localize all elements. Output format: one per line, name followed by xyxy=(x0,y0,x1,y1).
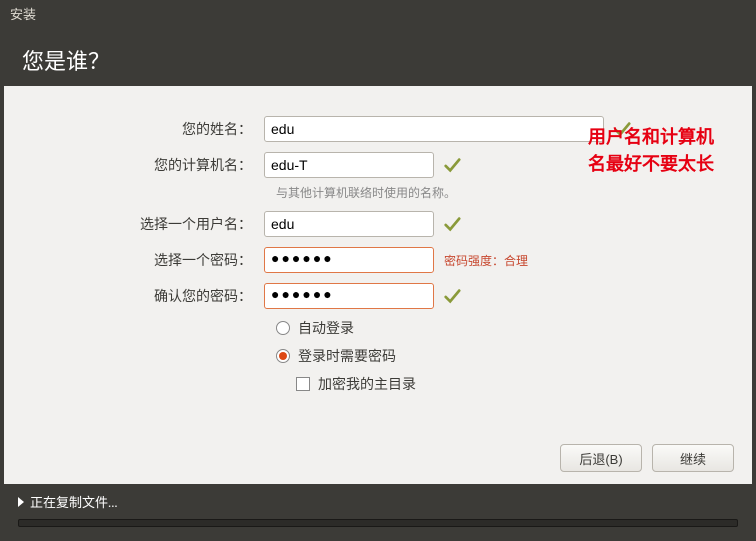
checkmark-icon xyxy=(442,214,462,234)
radio-icon xyxy=(276,349,290,363)
annotation-line1: 用户名和计算机 xyxy=(588,124,714,151)
checkmark-icon xyxy=(442,286,462,306)
checkmark-icon xyxy=(442,155,462,175)
annotation-text: 用户名和计算机 名最好不要太长 xyxy=(588,124,714,178)
encrypt-home-label: 加密我的主目录 xyxy=(318,374,416,394)
installer-window: 安装 您是谁？ 您的姓名： 您的计算机名： 与其他计算机联络时使用的名称。 选择… xyxy=(0,0,756,541)
page-title: 您是谁？ xyxy=(22,49,110,74)
radio-icon xyxy=(276,321,290,335)
confirm-label: 确认您的密码： xyxy=(4,286,264,306)
titlebar: 安装 xyxy=(0,0,756,26)
require-password-radio[interactable]: 登录时需要密码 xyxy=(276,345,752,367)
footer: 正在复制文件... xyxy=(0,484,756,541)
page-header: 您是谁？ xyxy=(0,26,756,86)
continue-button[interactable]: 继续 xyxy=(652,444,734,472)
username-label: 选择一个用户名： xyxy=(4,214,264,234)
progress-fill xyxy=(19,520,292,526)
content-area: 您的姓名： 您的计算机名： 与其他计算机联络时使用的名称。 选择一个用户名： 选… xyxy=(4,86,752,484)
confirm-input[interactable]: ●●●●●● xyxy=(264,283,434,309)
auto-login-radio[interactable]: 自动登录 xyxy=(276,317,752,339)
computer-input[interactable] xyxy=(264,152,434,178)
triangle-icon xyxy=(18,497,24,507)
window-title: 安装 xyxy=(10,8,36,22)
progress-bar xyxy=(18,519,738,527)
back-button[interactable]: 后退(B) xyxy=(560,444,642,472)
password-input[interactable]: ●●●●●● xyxy=(264,247,434,273)
computer-label: 您的计算机名： xyxy=(4,155,264,175)
name-input[interactable] xyxy=(264,116,604,142)
computer-hint: 与其他计算机联络时使用的名称。 xyxy=(276,184,752,201)
annotation-line2: 名最好不要太长 xyxy=(588,151,714,178)
name-label: 您的姓名： xyxy=(4,119,264,139)
password-strength: 密码强度：合理 xyxy=(444,252,528,269)
require-password-label: 登录时需要密码 xyxy=(298,346,396,366)
username-input[interactable] xyxy=(264,211,434,237)
auto-login-label: 自动登录 xyxy=(298,318,354,338)
checkbox-icon xyxy=(296,377,310,391)
password-label: 选择一个密码： xyxy=(4,250,264,270)
encrypt-home-checkbox[interactable]: 加密我的主目录 xyxy=(276,373,752,395)
status-text: 正在复制文件... xyxy=(30,492,118,511)
